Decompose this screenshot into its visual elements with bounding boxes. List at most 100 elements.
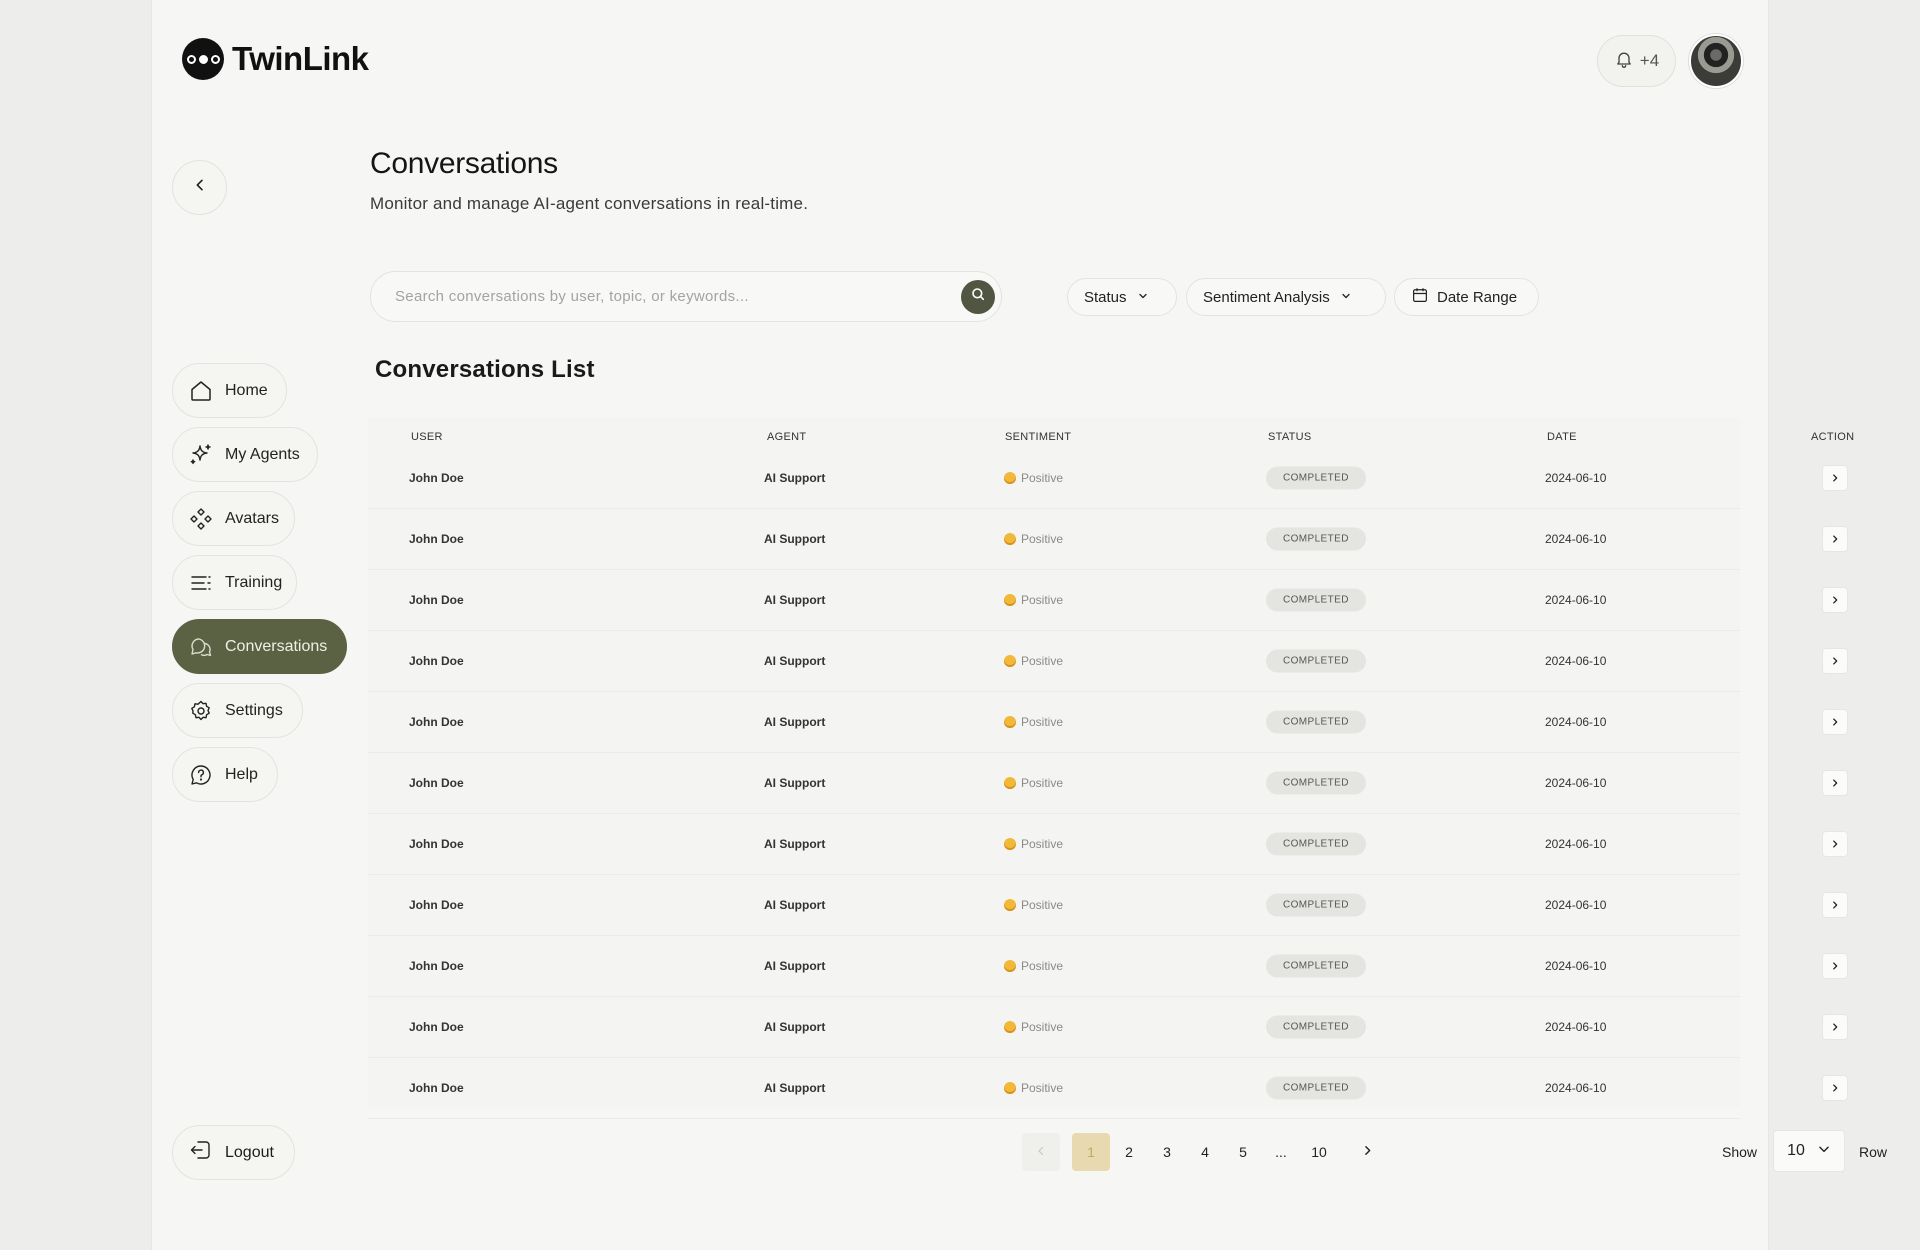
previous-page-button[interactable] [1022,1133,1060,1171]
table-row[interactable]: John Doe AI Support Positive COMPLETED 2024-… [368,875,1848,936]
smile-emoji-icon [1004,716,1016,728]
open-conversation-button[interactable] [1822,1075,1848,1101]
next-page-button[interactable] [1348,1133,1386,1171]
search-button[interactable] [961,279,995,314]
chevron-right-icon [1833,779,1838,787]
status-badge: COMPLETED [1266,1076,1366,1100]
open-conversation-button[interactable] [1822,587,1848,613]
page-subtitle: Monitor and manage AI-agent conversation… [370,194,809,213]
rows-per-page-value: 10 [1787,1142,1805,1159]
app-window: TwinLink +4 Home My Agents Avatars Train… [152,0,1887,1250]
table-row[interactable]: John Doe AI Support Positive COMPLETED 2024-… [368,997,1848,1058]
cell-user: John Doe [409,898,464,912]
chevron-right-icon [1833,718,1838,726]
cell-action [1822,1075,1848,1101]
notifications-button[interactable]: +4 [1597,35,1676,87]
chevron-down-icon [1137,289,1149,306]
sidebar-item-training[interactable]: Training [172,555,297,610]
page-number-button[interactable]: 3 [1148,1133,1186,1171]
sidebar-item-home[interactable]: Home [172,363,287,418]
rows-per-page-select[interactable]: 10 [1773,1130,1845,1172]
cell-action [1822,648,1848,674]
column-header-agent: AGENT [767,431,807,443]
date-range-filter[interactable]: Date Range [1394,278,1539,316]
filter-label: Date Range [1437,288,1518,306]
collapse-sidebar-button[interactable] [172,160,227,215]
page-number-button[interactable]: 10 [1300,1133,1338,1171]
sidebar-item-avatars[interactable]: Avatars [172,491,295,546]
page-number-button[interactable]: 1 [1072,1133,1110,1171]
cell-status: COMPLETED [1266,649,1366,673]
table-row[interactable]: John Doe AI Support Positive COMPLETED 2024-… [368,448,1848,509]
sidebar-item-help[interactable]: Help [172,747,278,802]
sentiment-label: Positive [1021,959,1064,973]
open-conversation-button[interactable] [1822,770,1848,796]
table-row[interactable]: John Doe AI Support Positive COMPLETED 2024-… [368,509,1848,570]
sidebar-item-label: Avatars [225,509,279,527]
cell-action [1822,1014,1848,1040]
chevron-right-icon [1833,962,1838,970]
sidebar-item-conversations[interactable]: Conversations [172,619,347,674]
sidebar-item-label: Home [225,381,268,399]
cell-date: 2024-06-10 [1545,654,1607,668]
page-number-button[interactable]: 4 [1186,1133,1224,1171]
smile-emoji-icon [1004,1082,1016,1094]
smile-emoji-icon [1004,777,1016,789]
smile-emoji-icon [1004,594,1016,606]
status-badge: COMPLETED [1266,588,1366,612]
sentiment-label: Positive [1021,593,1064,607]
cell-action [1822,831,1848,857]
page-number-button[interactable]: 2 [1110,1133,1148,1171]
open-conversation-button[interactable] [1822,465,1848,491]
table-row[interactable]: John Doe AI Support Positive COMPLETED 2024-… [368,753,1848,814]
filter-label: Status [1084,288,1127,306]
cell-agent: AI Support [764,776,826,790]
search-input[interactable] [395,288,961,305]
open-conversation-button[interactable] [1822,953,1848,979]
cell-sentiment: Positive [1004,959,1063,973]
cell-sentiment: Positive [1004,837,1063,851]
table-row[interactable]: John Doe AI Support Positive COMPLETED 2024-… [368,692,1848,753]
open-conversation-button[interactable] [1822,526,1848,552]
bell-icon [1614,49,1634,74]
table-row[interactable]: John Doe AI Support Positive COMPLETED 2024-… [368,936,1848,997]
column-header-sentiment: SENTIMENT [1005,431,1072,443]
chevron-right-icon [1833,901,1838,909]
cell-status: COMPLETED [1266,527,1366,551]
status-filter-dropdown[interactable]: Status [1067,278,1177,316]
page-number-button[interactable]: 5 [1224,1133,1262,1171]
table-row[interactable]: John Doe AI Support Positive COMPLETED 2024-… [368,570,1848,631]
brand-logo[interactable]: TwinLink [182,38,369,80]
table-row[interactable]: John Doe AI Support Positive COMPLETED 2024-… [368,1058,1848,1119]
open-conversation-button[interactable] [1822,648,1848,674]
sidebar-item-settings[interactable]: Settings [172,683,303,738]
open-conversation-button[interactable] [1822,892,1848,918]
open-conversation-button[interactable] [1822,1014,1848,1040]
chevron-down-icon [1340,289,1352,306]
sidebar-item-my-agents[interactable]: My Agents [172,427,318,482]
chevron-left-icon [192,177,208,198]
cell-date: 2024-06-10 [1545,1081,1607,1095]
notification-count: +4 [1639,51,1660,70]
logout-icon [189,1138,213,1167]
table-row[interactable]: John Doe AI Support Positive COMPLETED 2024-… [368,814,1848,875]
open-conversation-button[interactable] [1822,831,1848,857]
table-row[interactable]: John Doe AI Support Positive COMPLETED 2024-… [368,631,1848,692]
status-badge: COMPLETED [1266,1015,1366,1039]
logout-label: Logout [225,1143,274,1161]
cell-date: 2024-06-10 [1545,1020,1607,1034]
status-badge: COMPLETED [1266,466,1366,490]
column-header-date: DATE [1547,431,1577,443]
row-suffix-label: Row [1859,1144,1888,1160]
logout-button[interactable]: Logout [172,1125,295,1180]
cell-status: COMPLETED [1266,588,1366,612]
cell-user: John Doe [409,1081,464,1095]
cell-date: 2024-06-10 [1545,837,1607,851]
sentiment-label: Positive [1021,837,1064,851]
user-avatar[interactable] [1689,34,1743,88]
chevron-right-icon [1833,535,1838,543]
sidebar-item-label: My Agents [225,445,300,463]
cell-action [1822,892,1848,918]
sentiment-filter-dropdown[interactable]: Sentiment Analysis [1186,278,1386,316]
open-conversation-button[interactable] [1822,709,1848,735]
